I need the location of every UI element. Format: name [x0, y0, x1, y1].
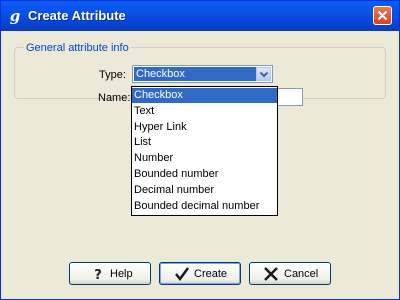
- type-label: Type:: [99, 69, 126, 81]
- type-option[interactable]: Bounded decimal number: [132, 199, 277, 214]
- type-option[interactable]: Hyper Link: [132, 120, 277, 135]
- type-option[interactable]: Number: [132, 151, 277, 166]
- chevron-down-icon: [260, 71, 268, 78]
- app-logo-icon: g: [9, 7, 21, 25]
- close-button[interactable]: [373, 6, 392, 25]
- type-dropdown-list: Checkbox Text Hyper Link List Number Bounded …: [131, 86, 278, 216]
- window-title: Create Attribute: [28, 8, 126, 23]
- question-mark-icon: ?: [94, 268, 102, 282]
- cancel-button-label: Cancel: [284, 268, 319, 280]
- create-button[interactable]: Create: [159, 262, 241, 285]
- group-legend: General attribute info: [24, 42, 131, 54]
- close-icon: [377, 10, 388, 21]
- type-option[interactable]: List: [132, 135, 277, 150]
- type-select-arrow[interactable]: [256, 67, 271, 81]
- help-button-label: Help: [110, 268, 133, 280]
- help-button[interactable]: ? Help: [69, 262, 151, 285]
- type-option[interactable]: Bounded number: [132, 167, 277, 182]
- type-option[interactable]: Decimal number: [132, 183, 277, 198]
- name-label: Name:: [98, 92, 131, 104]
- svg-text:?: ?: [94, 268, 102, 282]
- cancel-button[interactable]: Cancel: [249, 262, 331, 285]
- type-select[interactable]: Checkbox: [132, 65, 273, 83]
- type-select-value: Checkbox: [134, 67, 256, 81]
- x-icon: [264, 267, 278, 281]
- type-option[interactable]: Checkbox: [132, 88, 277, 103]
- title-bar[interactable]: g Create Attribute: [1, 1, 399, 31]
- create-attribute-dialog: g Create Attribute General attribute inf…: [0, 0, 400, 300]
- type-option[interactable]: Text: [132, 104, 277, 119]
- checkmark-icon: [175, 267, 190, 282]
- create-button-label: Create: [194, 268, 228, 280]
